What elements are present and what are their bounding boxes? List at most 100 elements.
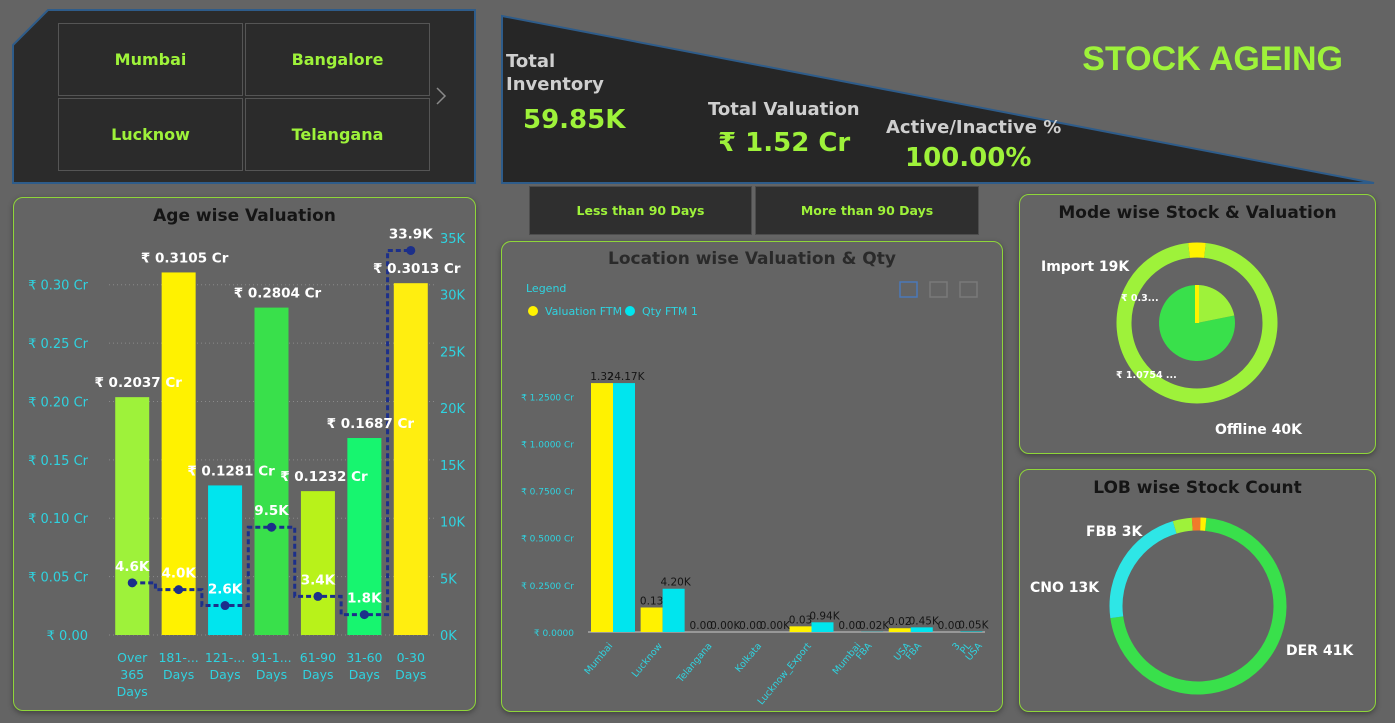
qty-point (220, 601, 230, 611)
qty-label: 0.05K (958, 619, 989, 631)
x-axis-tick: 0-30 (397, 650, 425, 665)
y-axis-right-tick: 15K (440, 459, 466, 474)
import-label: Import 19K (1041, 259, 1130, 275)
x-axis-tick: Over (117, 650, 148, 665)
y-axis-left-tick: ₹ 0.30 Cr (28, 279, 89, 294)
x-axis-tick: Kolkata (733, 641, 764, 675)
valuation-label: ₹ 0.3105 Cr (141, 250, 229, 266)
y-axis-left-tick: ₹ 0.15 Cr (28, 454, 89, 469)
qty-label: 3.4K (301, 572, 336, 588)
valuation-label: ₹ 0.3013 Cr (373, 261, 461, 277)
valuation-label: ₹ 0.1687 Cr (327, 416, 415, 432)
mode-stock-chart: Import 19K Offline 40K ₹ 0.3... ₹ 1.0754 ..… (1041, 242, 1303, 438)
qty-point (127, 578, 137, 588)
age-valuation-chart: ₹ 0.00 ₹ 0.05 Cr ₹ 0.10 Cr ₹ 0.15 Cr ₹ 0.20 … (28, 226, 466, 699)
x-axis-tick: 181-... (158, 650, 198, 665)
x-axis-tick: Lucknow (630, 641, 665, 680)
active-inactive-value: 100.00% (905, 143, 1032, 173)
qty-label: 4.6K (115, 559, 150, 575)
qty-label: 33.9K (389, 226, 433, 242)
legend-label: Valuation FTM (545, 305, 622, 318)
qty-bar (960, 631, 983, 632)
import-valuation-label: ₹ 0.3... (1121, 293, 1159, 304)
y-axis-left-tick: ₹ 0.10 Cr (28, 512, 89, 527)
valuation-bar (789, 626, 812, 632)
x-axis-tick: Days (395, 667, 426, 682)
x-axis-tick: 61-90 (300, 650, 336, 665)
x-axis-tick: Days (349, 667, 380, 682)
valuation-bar (888, 628, 911, 632)
y-axis-tick: ₹ 1.2500 Cr (521, 393, 574, 403)
y-axis-right-tick: 10K (440, 516, 466, 531)
y-axis-right-tick: 5K (440, 572, 457, 587)
y-axis-left-tick: ₹ 0.05 Cr (28, 571, 89, 586)
qty-label: 2.6K (208, 582, 243, 598)
y-axis-tick: ₹ 0.7500 Cr (521, 488, 574, 498)
y-axis-tick: ₹ 0.2500 Cr (521, 582, 574, 592)
city-button-telangana[interactable]: Telangana (245, 98, 430, 171)
qty-label: 0.45K (909, 615, 940, 627)
y-axis-right-tick: 35K (440, 232, 466, 247)
filter-icon[interactable] (929, 281, 948, 298)
more-options-icon-shape (959, 281, 978, 298)
filter-less-than-90-days[interactable]: Less than 90 Days (529, 186, 752, 235)
filter-more-than-90-days[interactable]: More than 90 Days (755, 186, 979, 235)
x-axis-tick: 365 (120, 667, 144, 682)
cno-label: CNO 13K (1030, 580, 1100, 596)
valuation-bar (300, 491, 335, 635)
valuation-label: ₹ 0.2804 Cr (234, 286, 322, 302)
focus-icon-shape (899, 281, 918, 298)
x-axis-tick: 121-... (205, 650, 245, 665)
city-button-mumbai[interactable]: Mumbai (58, 23, 243, 96)
y-axis-right-tick: 30K (440, 289, 466, 304)
qty-bar (662, 588, 685, 632)
y-axis-tick: ₹ 1.0000 Cr (521, 440, 574, 450)
valuation-label: ₹ 0.1281 Cr (187, 463, 275, 479)
y-axis-left-tick: ₹ 0.25 Cr (28, 337, 89, 352)
y-axis-left-tick: ₹ 0.00 (47, 629, 88, 644)
offline-label: Offline 40K (1215, 422, 1303, 438)
focus-icon[interactable] (899, 281, 918, 298)
x-axis-tick: Telangana (674, 641, 714, 686)
valuation-bar (591, 383, 613, 632)
valuation-bar (393, 283, 428, 635)
total-inventory-value: 59.85K (523, 105, 626, 135)
active-inactive-label: Active/Inactive % (886, 117, 1062, 138)
x-axis-tick: Days (117, 684, 148, 699)
qty-label: 9.5K (254, 503, 289, 519)
qty-point (406, 245, 416, 255)
legend-dot (625, 306, 635, 316)
x-axis-tick: Days (163, 667, 194, 682)
y-axis-left-tick: ₹ 0.20 Cr (28, 395, 89, 410)
qty-label: 0.00K (710, 620, 741, 632)
chevron-right-icon[interactable] (434, 86, 448, 106)
cno-segment (1109, 521, 1177, 619)
valuation-bar (640, 607, 663, 632)
legend-label: Qty FTM 1 (642, 305, 698, 318)
x-axis-tick: Days (256, 667, 287, 682)
city-button-lucknow[interactable]: Lucknow (58, 98, 243, 171)
qty-label: 1.8K (347, 591, 382, 607)
qty-label: 4.0K (161, 566, 196, 582)
qty-label: 0.02K (859, 620, 890, 632)
total-valuation-label: Total Valuation (708, 99, 860, 120)
filter-icon-shape (929, 281, 948, 298)
valuation-label: ₹ 0.1232 Cr (280, 469, 368, 485)
more-options-icon[interactable] (959, 281, 978, 298)
location-valuation-chart: Legend Valuation FTM Qty FTM 1 ₹ 0.0000 ₹ 0.… (521, 281, 990, 707)
der-label: DER 41K (1286, 643, 1354, 659)
x-axis-tick: 91-1... (251, 650, 291, 665)
qty-label: 0.94K (809, 610, 840, 622)
y-axis-right-tick: 0K (440, 629, 457, 644)
x-axis-tick: Mumbai (582, 641, 615, 677)
qty-label: 24.17K (608, 371, 646, 383)
offline-valuation-label: ₹ 1.0754 ... (1116, 370, 1177, 381)
qty-point (313, 591, 323, 601)
total-inventory-label: Total Inventory (506, 51, 604, 95)
x-axis-tick: 31-60 (346, 650, 382, 665)
city-button-bangalore[interactable]: Bangalore (245, 23, 430, 96)
valuation-label: ₹ 0.2037 Cr (94, 375, 182, 391)
valuation-bar (208, 485, 243, 635)
lob-stock-chart: DER 41K CNO 13K FBB 3K (1030, 517, 1354, 695)
qty-point (267, 522, 276, 532)
